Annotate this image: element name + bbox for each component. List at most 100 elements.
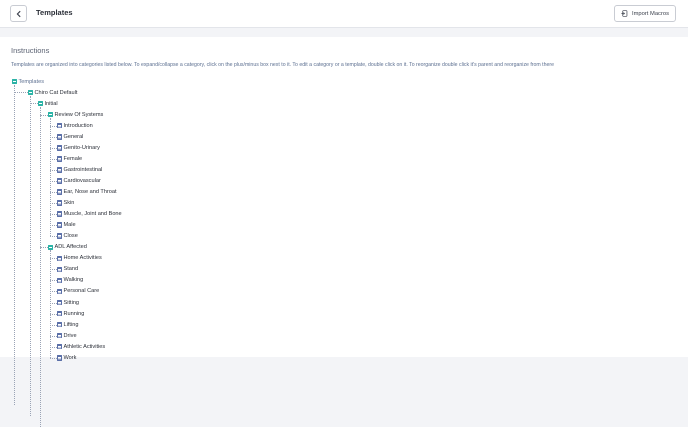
instructions-text: Templates are organized into categories …: [11, 62, 554, 68]
template-item[interactable]: Close: [57, 232, 78, 241]
back-button[interactable]: [10, 5, 27, 22]
import-macros-label: Import Macros: [631, 10, 670, 17]
template-item[interactable]: Introduction: [57, 121, 93, 130]
tree-connector: [50, 203, 57, 205]
collapse-toggle-icon[interactable]: [12, 79, 17, 84]
template-item[interactable]: Sitting: [57, 298, 79, 307]
collapse-toggle-icon[interactable]: [38, 101, 43, 106]
tree-node-label: Walking: [63, 277, 84, 284]
template-item[interactable]: Male: [57, 221, 76, 230]
main-content: Instructions Templates are organized int…: [0, 37, 688, 427]
tree-node-label: Work: [63, 354, 77, 361]
tree-connector: [50, 136, 57, 138]
top-bar: Templates Import Macros: [0, 0, 688, 28]
tree-connector: [50, 147, 57, 149]
template-item[interactable]: Athletic Activities: [57, 342, 105, 351]
import-macros-button[interactable]: Import Macros: [614, 5, 676, 22]
instructions-title: Instructions: [11, 46, 50, 55]
template-item[interactable]: Lifting: [57, 320, 78, 329]
template-item[interactable]: Muscle, Joint and Bone: [57, 210, 122, 219]
tree-node-label: General: [63, 133, 84, 140]
template-item[interactable]: Walking: [57, 276, 83, 285]
document-icon: [57, 145, 62, 151]
tree-node-label: Running: [63, 310, 85, 317]
document-icon: [57, 122, 62, 129]
template-item[interactable]: General: [57, 132, 83, 141]
template-item[interactable]: Female: [57, 154, 82, 163]
document-icon: [57, 178, 62, 184]
tree-connector: [50, 236, 57, 238]
document-icon: [57, 189, 62, 195]
document-icon: [57, 200, 62, 206]
tree-connector: [50, 214, 57, 216]
tree-connector: [50, 346, 57, 348]
tree-node-label: Sitting: [63, 299, 80, 306]
document-icon: [57, 321, 62, 328]
tree-node-root[interactable]: Templates: [12, 77, 44, 86]
collapse-toggle-icon[interactable]: [48, 112, 53, 117]
tree-node-label: Stand: [63, 266, 79, 273]
tree-connector: [50, 302, 57, 304]
document-icon: [57, 134, 62, 140]
template-item[interactable]: Ear, Nose and Throat: [57, 188, 117, 197]
tree-node-category[interactable]: Chiro Cat Default: [28, 88, 77, 97]
tree-node-label: Close: [63, 233, 78, 240]
tree-node-label: Review Of Systems: [54, 111, 104, 118]
document-icon: [57, 277, 62, 284]
tree-connector: [50, 280, 57, 282]
tree-node-group[interactable]: Review Of Systems: [48, 110, 103, 119]
tree-connector: [50, 250, 51, 358]
tree-connector: [50, 225, 57, 227]
chevron-left-icon: [16, 10, 21, 17]
template-item[interactable]: Personal Care: [57, 287, 99, 296]
tree-connector: [50, 117, 51, 237]
tree-node-label: Cardiovascular: [63, 177, 101, 184]
tree-connector: [50, 125, 57, 127]
tree-node-label: Female: [63, 155, 83, 162]
collapse-toggle-icon[interactable]: [28, 90, 33, 95]
tree-node-label: Male: [63, 222, 76, 229]
document-icon: [57, 343, 62, 350]
document-icon: [57, 355, 62, 361]
tree-node-label: Genito-Urinary: [63, 144, 100, 151]
tree-connector: [14, 91, 28, 93]
tree-node-label: Gastrointestinal: [63, 166, 103, 173]
tree-node-label: ADL Affected: [54, 244, 87, 251]
tree-node-label: Athletic Activities: [63, 343, 106, 350]
template-item[interactable]: Cardiovascular: [57, 176, 101, 185]
document-icon: [57, 156, 62, 162]
import-icon: [621, 10, 628, 17]
page-title: Templates: [36, 8, 73, 17]
collapse-toggle-icon[interactable]: [48, 245, 53, 250]
document-icon: [57, 266, 62, 273]
document-icon: [57, 211, 62, 217]
tree-connector: [40, 247, 48, 249]
tree-connector: [50, 324, 57, 326]
document-icon: [57, 255, 62, 262]
tree-node-group[interactable]: ADL Affected: [48, 243, 87, 252]
tree-connector: [50, 269, 57, 271]
tree-node-label: Ear, Nose and Throat: [63, 189, 117, 195]
template-item[interactable]: Stand: [57, 265, 78, 274]
tree-connector: [50, 357, 57, 359]
template-item[interactable]: Work: [57, 353, 76, 362]
template-item[interactable]: Gastrointestinal: [57, 165, 102, 174]
document-icon: [57, 288, 62, 295]
tree-node-label: Muscle, Joint and Bone: [63, 211, 122, 218]
template-item[interactable]: Home Activities: [57, 254, 102, 263]
tree-connector: [40, 114, 48, 116]
tree-connector: [40, 106, 41, 427]
tree-connector: [50, 192, 57, 193]
tree-node-label: Chiro Cat Default: [34, 89, 78, 96]
tree-connector: [50, 313, 57, 315]
template-item[interactable]: Skin: [57, 199, 74, 208]
document-icon: [57, 332, 62, 339]
tree-connector: [50, 291, 57, 293]
template-item[interactable]: Drive: [57, 331, 77, 340]
document-icon: [57, 222, 62, 228]
tree-node-label: Personal Care: [63, 288, 100, 295]
template-item[interactable]: Genito-Urinary: [57, 143, 100, 152]
tree-connector: [30, 102, 38, 104]
template-item[interactable]: Running: [57, 309, 84, 318]
document-icon: [57, 167, 62, 173]
